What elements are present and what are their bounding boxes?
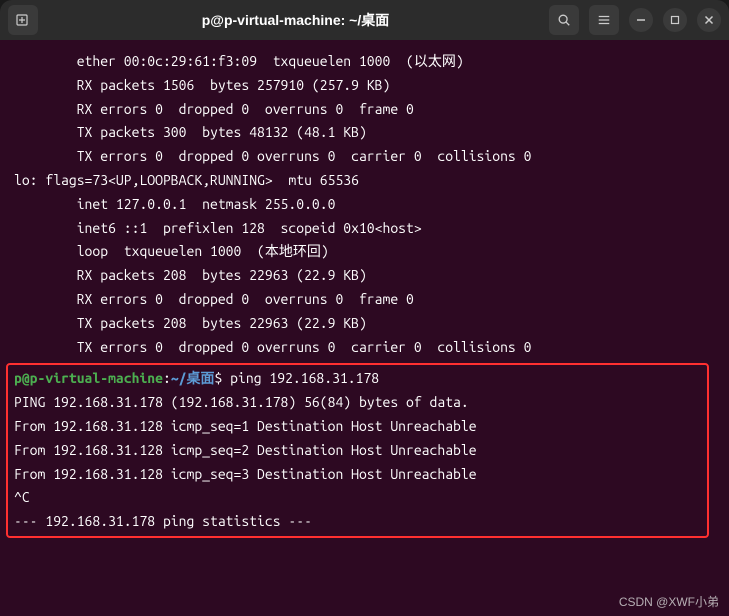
output-line: RX errors 0 dropped 0 overruns 0 frame 0	[14, 98, 715, 122]
titlebar-right	[549, 5, 721, 35]
titlebar: p@p-virtual-machine: ~/桌面	[0, 0, 729, 40]
output-line: ^C	[14, 486, 701, 510]
command-text: ping 192.168.31.178	[222, 370, 379, 386]
output-line: TX packets 300 bytes 48132 (48.1 KB)	[14, 121, 715, 145]
output-line: RX packets 208 bytes 22963 (22.9 KB)	[14, 264, 715, 288]
output-line: inet 127.0.0.1 netmask 255.0.0.0	[14, 193, 715, 217]
output-line: PING 192.168.31.178 (192.168.31.178) 56(…	[14, 391, 701, 415]
terminal-body[interactable]: ether 00:0c:29:61:f3:09 txqueuelen 1000 …	[0, 40, 729, 616]
output-line: RX errors 0 dropped 0 overruns 0 frame 0	[14, 288, 715, 312]
new-tab-button[interactable]	[8, 5, 38, 35]
highlighted-region: p@p-virtual-machine:~/桌面$ ping 192.168.3…	[6, 363, 709, 538]
search-button[interactable]	[549, 5, 579, 35]
prompt-path: ~/桌面	[171, 370, 215, 386]
output-line: ether 00:0c:29:61:f3:09 txqueuelen 1000 …	[14, 50, 715, 74]
titlebar-left	[8, 5, 42, 35]
output-line: loop txqueuelen 1000 (本地环回)	[14, 240, 715, 264]
output-line: From 192.168.31.128 icmp_seq=2 Destinati…	[14, 439, 701, 463]
window-title: p@p-virtual-machine: ~/桌面	[42, 10, 549, 30]
watermark: CSDN @XWF小弟	[619, 593, 719, 610]
prompt-user: p@p-virtual-machine	[14, 370, 163, 386]
output-line: TX errors 0 dropped 0 overruns 0 carrier…	[14, 145, 715, 169]
output-line: From 192.168.31.128 icmp_seq=1 Destinati…	[14, 415, 701, 439]
close-button[interactable]	[697, 8, 721, 32]
output-line: inet6 ::1 prefixlen 128 scopeid 0x10<hos…	[14, 217, 715, 241]
menu-button[interactable]	[589, 5, 619, 35]
output-line: RX packets 1506 bytes 257910 (257.9 KB)	[14, 74, 715, 98]
output-line: --- 192.168.31.178 ping statistics ---	[14, 510, 701, 534]
prompt-colon: :	[163, 370, 171, 386]
output-line: lo: flags=73<UP,LOOPBACK,RUNNING> mtu 65…	[14, 169, 715, 193]
prompt-line: p@p-virtual-machine:~/桌面$ ping 192.168.3…	[14, 367, 701, 391]
output-line: From 192.168.31.128 icmp_seq=3 Destinati…	[14, 463, 701, 487]
output-line: TX packets 208 bytes 22963 (22.9 KB)	[14, 312, 715, 336]
minimize-button[interactable]	[629, 8, 653, 32]
output-line: TX errors 0 dropped 0 overruns 0 carrier…	[14, 336, 715, 360]
maximize-button[interactable]	[663, 8, 687, 32]
